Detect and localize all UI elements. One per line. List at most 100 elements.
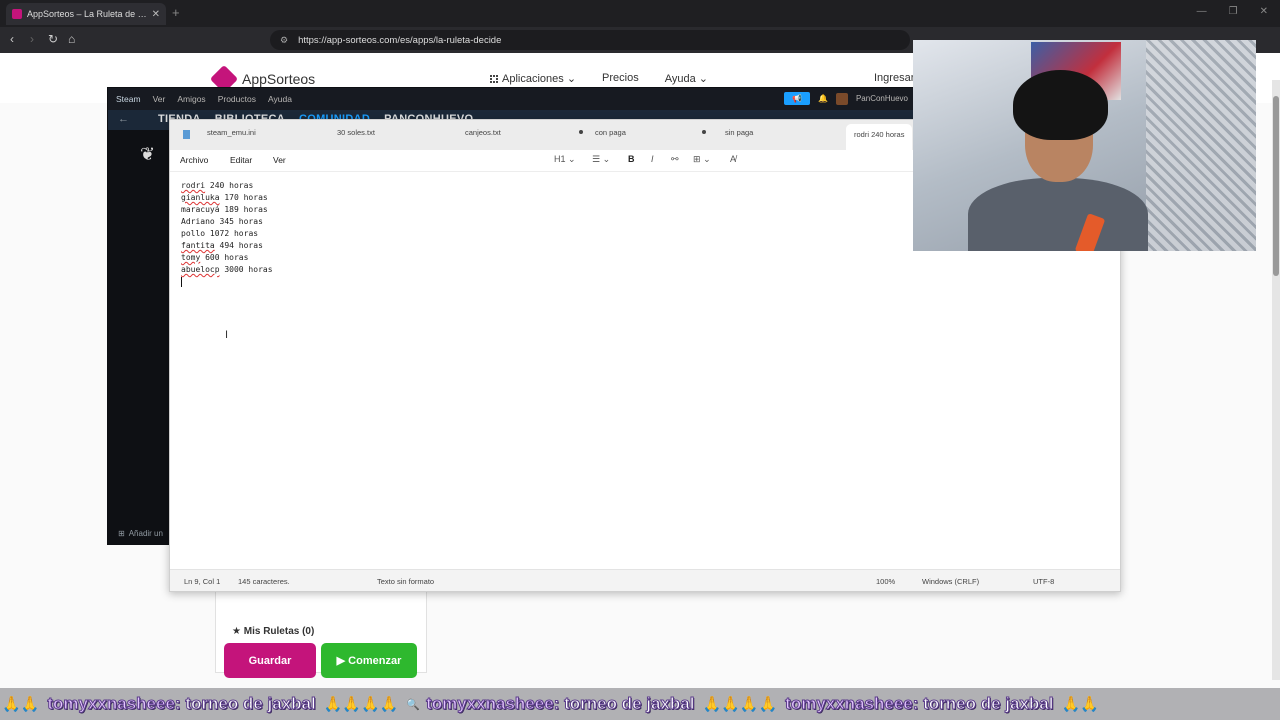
text-line: rodri 240 horas	[181, 180, 273, 192]
appsorteos-logo[interactable]: AppSorteos	[209, 64, 315, 94]
line-name: tomy	[181, 253, 201, 262]
nav-ayuda[interactable]: Ayuda ⌄	[665, 72, 708, 85]
scrollbar-thumb[interactable]	[1273, 96, 1279, 276]
praying-hands-icon: 🙏🙏	[2, 696, 40, 713]
line-name: rodri	[181, 181, 206, 190]
search-icon: 🔍	[406, 698, 421, 711]
ticker-user: tomyxxnasheee	[785, 694, 914, 714]
line-ending[interactable]: Windows (CRLF)	[922, 577, 979, 586]
comenzar-label: Comenzar	[348, 655, 402, 667]
line-name: abuelocp	[181, 265, 220, 274]
site-info-icon[interactable]: ⚙	[280, 35, 288, 46]
menu-editar[interactable]: Editar	[230, 155, 252, 165]
new-tab-icon[interactable]: +	[172, 5, 180, 20]
line-hours: 240 horas	[205, 181, 254, 190]
login-link[interactable]: Ingresar	[874, 72, 914, 84]
line-name: Adriano	[181, 217, 215, 226]
maximize-icon[interactable]: ❐	[1229, 6, 1238, 17]
close-window-icon[interactable]: ✕	[1260, 6, 1268, 17]
praying-hands-icon: 🙏🙏🙏🙏	[323, 696, 399, 713]
notepad-tab[interactable]: sin paga	[725, 128, 753, 137]
site-nav: Aplicaciones ⌄ Precios Ayuda ⌄	[490, 72, 708, 85]
decorative-swirl-icon: ❦	[140, 144, 156, 164]
reload-icon[interactable]: ↻	[48, 32, 58, 46]
webcam-wall-posters	[1146, 40, 1256, 251]
unsaved-dot-icon	[701, 130, 706, 134]
guardar-button[interactable]: Guardar	[224, 643, 316, 678]
cursor-position[interactable]: Ln 9, Col 1	[184, 577, 220, 586]
table-dropdown[interactable]: ⊞ ⌄	[693, 154, 711, 165]
steam-menu-ver[interactable]: Ver	[153, 94, 166, 104]
line-hours: 494 horas	[214, 241, 263, 250]
nav-aplicaciones[interactable]: Aplicaciones ⌄	[490, 72, 576, 85]
encoding[interactable]: UTF-8	[1033, 577, 1054, 586]
page-scrollbar[interactable]	[1272, 80, 1280, 680]
notepad-editor[interactable]: rodri 240 horas gianluka 170 horas marac…	[181, 180, 273, 287]
steam-menu-steam[interactable]: Steam	[116, 94, 141, 104]
notepad-tab[interactable]: con paga	[595, 128, 706, 137]
praying-hands-icon: 🙏🙏🙏🙏	[702, 696, 778, 713]
ticker-user: tomyxxnasheee	[47, 694, 176, 714]
browser-tab[interactable]: AppSorteos – La Ruleta de la Su... ✕	[6, 3, 166, 25]
apps-grid-icon	[490, 75, 498, 83]
plus-icon: ⊞	[118, 528, 125, 538]
menu-archivo[interactable]: Archivo	[180, 155, 208, 165]
bold-icon[interactable]: B	[628, 154, 635, 164]
address-bar[interactable]: ⚙ https://app-sorteos.com/es/apps/la-rul…	[270, 30, 910, 50]
chevron-down-icon: ⌄	[703, 154, 711, 164]
menu-ver[interactable]: Ver	[273, 155, 286, 165]
mis-ruletas-header[interactable]: ★ Mis Ruletas (0)	[232, 626, 314, 637]
text-caret	[181, 277, 182, 287]
ticker-message: tomyxxnasheee: torneo de jaxbal	[785, 694, 1054, 714]
nav-ayuda-label: Ayuda	[664, 73, 696, 85]
link-icon[interactable]: ⚯	[671, 154, 679, 165]
minimize-icon[interactable]: —	[1197, 6, 1207, 17]
list-icon: ☰	[592, 154, 601, 164]
chevron-down-icon: ⌄	[698, 73, 709, 85]
heading-dropdown[interactable]: H1 ⌄	[554, 154, 576, 165]
notepad-tab[interactable]: canjeos.txt	[465, 128, 583, 137]
notepad-statusbar: Ln 9, Col 1 145 caracteres. Texto sin fo…	[170, 569, 1120, 591]
home-icon[interactable]: ⌂	[68, 32, 75, 46]
ticker-text: : torneo de jaxbal	[174, 694, 316, 714]
window-controls: — ❐ ✕	[1197, 6, 1268, 17]
notification-bell-icon[interactable]: 🔔	[818, 94, 828, 103]
zoom-level[interactable]: 100%	[876, 577, 895, 586]
steam-back-icon[interactable]: ←	[118, 113, 129, 125]
steam-menu-amigos[interactable]: Amigos	[177, 94, 205, 104]
notepad-tab-label: canjeos.txt	[465, 128, 501, 137]
line-name: fantita	[181, 241, 215, 250]
italic-icon[interactable]: I	[651, 154, 654, 164]
broadcast-icon[interactable]: 📢	[783, 92, 810, 105]
text-cursor-icon: I	[225, 329, 229, 341]
list-dropdown[interactable]: ☰ ⌄	[592, 154, 610, 165]
line-hours: 1072 horas	[205, 229, 259, 238]
browser-tabstrip: AppSorteos – La Ruleta de la Su... ✕ + —…	[0, 0, 1280, 27]
text-line: maracuyá 189 horas	[181, 204, 273, 216]
close-icon[interactable]: ✕	[152, 9, 160, 20]
text-line: gianluka 170 horas	[181, 192, 273, 204]
steam-menu-ayuda[interactable]: Ayuda	[268, 94, 292, 104]
format-indicator[interactable]: Texto sin formato	[377, 577, 434, 586]
avatar[interactable]	[835, 92, 848, 105]
ticker-user: tomyxxnasheee	[426, 694, 555, 714]
notepad-tab[interactable]: steam_emu.ini	[207, 128, 256, 137]
steam-username[interactable]: PanConHuevo	[856, 94, 908, 103]
forward-icon[interactable]: ›	[30, 32, 34, 46]
chevron-down-icon: ⌄	[602, 154, 611, 164]
url-text: https://app-sorteos.com/es/apps/la-rulet…	[298, 34, 502, 46]
line-hours: 600 horas	[200, 253, 249, 262]
steam-account-area: 📢 🔔 PanConHuevo	[783, 92, 908, 105]
comenzar-button[interactable]: ▶ Comenzar	[321, 643, 417, 678]
webcam-person-body	[968, 178, 1148, 251]
steam-add-game[interactable]: ⊞ Añadir un	[108, 522, 170, 544]
nav-precios[interactable]: Precios	[602, 72, 639, 85]
browser-tab-title: AppSorteos – La Ruleta de la Su...	[27, 9, 148, 19]
webcam-overlay	[913, 40, 1256, 251]
clear-format-icon[interactable]: A̸	[730, 154, 736, 164]
back-icon[interactable]: ‹	[10, 32, 14, 46]
notepad-tab[interactable]: 30 soles.txt	[337, 128, 375, 137]
steam-menu-productos[interactable]: Productos	[218, 94, 256, 104]
notepad-tab-active[interactable]: rodri 240 horas	[846, 124, 913, 150]
ticker-text: : torneo de jaxbal	[553, 694, 695, 714]
